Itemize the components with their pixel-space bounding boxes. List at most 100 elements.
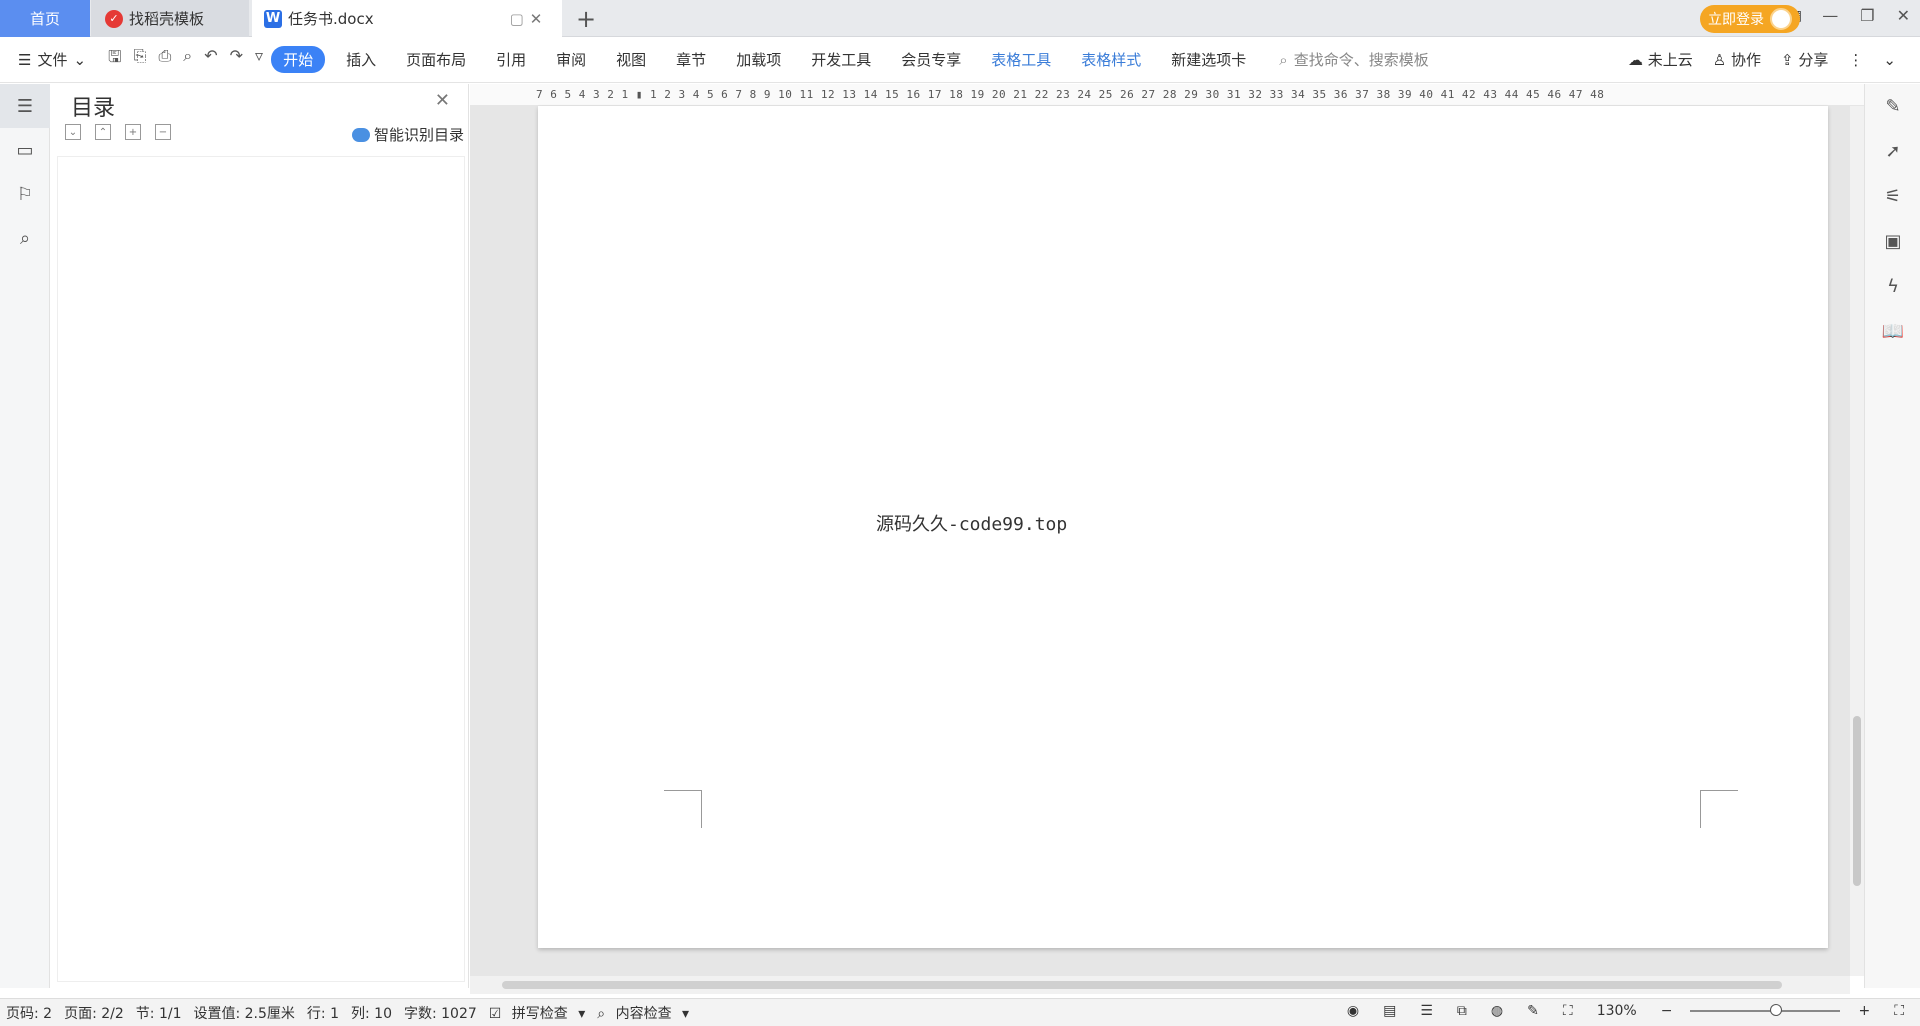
adjust-icon[interactable]: ⚟ (1865, 174, 1920, 219)
search-icon: ⌕ (1279, 50, 1288, 69)
cursor-icon[interactable]: ➚ (1865, 129, 1920, 174)
tab-home-label: 首页 (29, 10, 60, 28)
menu-insert[interactable]: 插入 (331, 49, 391, 70)
toc-close-icon[interactable]: ✕ (435, 90, 450, 111)
pen-icon[interactable]: ✎ (1865, 84, 1920, 129)
toc-icon[interactable]: ☰ (0, 84, 50, 128)
content-check-button[interactable]: ⌕ 内容检查 ▾ (591, 1003, 695, 1023)
menu-review[interactable]: 审阅 (541, 49, 601, 70)
ai-toc-button[interactable]: 智能识别目录 (351, 124, 464, 145)
zoom-out-icon[interactable]: − (1655, 1003, 1679, 1019)
ai-icon (351, 127, 370, 142)
menu-chapter[interactable]: 章节 (661, 49, 721, 70)
menu-start[interactable]: 开始 (271, 46, 326, 73)
web-view-icon[interactable]: ◍ (1485, 1003, 1509, 1019)
command-search[interactable]: ⌕ 查找命令、搜索模板 (1279, 49, 1428, 70)
ribbon-toolbar: ☰ 文件 ⌄ 🖫 ⎘ ⎙ ⌕ ↶ ↷ ▿ 开始 插入 页面布局 引用 审阅 视图… (0, 37, 1920, 83)
tab-bar: 首页 ✓ 找稻壳模板 W 任务书.docx ▢ ✕ + ▭ ▦ 立即登录 — ❐… (0, 0, 1920, 37)
spell-check-button[interactable]: ☑ 拼写检查 ▾ (483, 1003, 592, 1023)
avatar (1770, 8, 1792, 30)
document-canvas[interactable]: 源码久久-code99.top (470, 106, 1850, 976)
login-button[interactable]: 立即登录 (1700, 5, 1800, 33)
menu-member[interactable]: 会员专享 (886, 49, 976, 70)
image-icon[interactable]: ▣ (1865, 219, 1920, 264)
vertical-scroll-thumb[interactable] (1853, 716, 1861, 886)
print-icon[interactable]: ⎙ (158, 46, 171, 73)
ai-toc-label: 智能识别目录 (373, 126, 464, 144)
preview-icon[interactable]: ⌕ (183, 46, 192, 73)
menu-addins[interactable]: 加载项 (721, 49, 796, 70)
fullscreen-icon[interactable]: ⛶ (1888, 1003, 1910, 1019)
find-icon[interactable]: ⌕ (0, 216, 50, 260)
collab-button[interactable]: ♙ 协作 (1713, 49, 1761, 70)
ruler-ticks: 7 6 5 4 3 2 1 ▮ 1 2 3 4 5 6 7 8 9 10 11 … (536, 88, 1605, 101)
status-pages[interactable]: 页面: 2/2 (58, 1003, 130, 1023)
menu-table-style[interactable]: 表格样式 (1066, 49, 1156, 70)
page-view-icon[interactable]: ▤ (1377, 1003, 1402, 1019)
dao-icon: ✓ (105, 9, 123, 28)
share-icon: ⇪ (1781, 51, 1794, 69)
page-text[interactable]: 源码久久-code99.top (876, 510, 1067, 536)
tab-doc-label: 任务书.docx (288, 10, 374, 28)
zoom-knob[interactable] (1770, 1004, 1783, 1016)
add-level-icon[interactable]: + (125, 124, 141, 140)
search-placeholder: 查找命令、搜索模板 (1293, 51, 1429, 69)
close-tab-icon[interactable]: ✕ (530, 10, 543, 28)
menu-view[interactable]: 视图 (601, 49, 661, 70)
zoom-value[interactable]: 130% (1591, 1003, 1643, 1019)
share-button[interactable]: ⇪ 分享 (1781, 49, 1828, 70)
folder-icon[interactable]: ▭ (0, 128, 50, 172)
more-icon[interactable]: ▿ (255, 46, 263, 73)
restore-icon[interactable]: ❐ (1860, 6, 1874, 25)
lightning-icon[interactable]: ϟ (1865, 264, 1920, 309)
write-view-icon[interactable]: ✎ (1521, 1003, 1545, 1019)
content-check-label: 内容检查 (615, 1005, 672, 1022)
status-words[interactable]: 字数: 1027 (398, 1003, 483, 1023)
tab-home[interactable]: 首页 (0, 0, 90, 37)
eye-icon[interactable]: ◉ (1341, 1003, 1365, 1019)
export-icon[interactable]: ⎘ (134, 46, 147, 73)
zoom-in-icon[interactable]: + (1852, 1003, 1876, 1019)
book-icon[interactable]: 📖 (1865, 309, 1920, 354)
spell-check-label: 拼写检查 (511, 1005, 568, 1022)
kebab-icon[interactable]: ⋮ (1848, 51, 1863, 69)
close-icon[interactable]: ✕ (1897, 6, 1910, 25)
remove-level-icon[interactable]: − (155, 124, 171, 140)
tab-dao-label: 找稻壳模板 (129, 10, 205, 28)
status-setting: 设置值: 2.5厘米 (193, 1005, 295, 1022)
redo-icon[interactable]: ↷ (230, 46, 243, 73)
left-rail: ☰ ▭ ⚐ ⌕ (0, 84, 50, 988)
collab-label: 协作 (1731, 51, 1762, 69)
fit-icon[interactable]: ⛶ (1557, 1003, 1579, 1019)
tab-dao-template[interactable]: ✓ 找稻壳模板 (91, 0, 249, 37)
read-view-icon[interactable]: ⧉ (1451, 1003, 1473, 1019)
bookmark-icon[interactable]: ⚐ (0, 172, 50, 216)
pin-icon[interactable]: ▢ (510, 10, 524, 28)
outline-view-icon[interactable]: ☰ (1414, 1003, 1439, 1019)
vertical-scrollbar[interactable] (1850, 106, 1864, 976)
cloud-button[interactable]: ☁ 未上云 (1628, 49, 1693, 70)
menu-layout[interactable]: 页面布局 (391, 49, 481, 70)
undo-icon[interactable]: ↶ (204, 46, 217, 73)
status-row: 行: 1 (306, 1005, 339, 1022)
horizontal-ruler[interactable]: 7 6 5 4 3 2 1 ▮ 1 2 3 4 5 6 7 8 9 10 11 … (470, 84, 1864, 106)
expand-icon[interactable]: ⌄ (65, 124, 81, 140)
collapse-icon[interactable]: ⌃ (95, 124, 111, 140)
toc-title: 目录 (71, 96, 116, 121)
file-menu[interactable]: ☰ 文件 ⌄ (0, 49, 100, 70)
add-tab-button[interactable]: + (576, 5, 596, 33)
menu-reference[interactable]: 引用 (481, 49, 541, 70)
collapse-ribbon-icon[interactable]: ⌄ (1883, 51, 1896, 69)
toc-panel: 目录 ✕ ⌄ ⌃ + − 智能识别目录 (51, 84, 469, 988)
horizontal-scrollbar[interactable] (470, 976, 1850, 994)
menu-devtools[interactable]: 开发工具 (796, 49, 886, 70)
minimize-icon[interactable]: — (1822, 6, 1838, 25)
save-icon[interactable]: 🖫 (108, 46, 122, 73)
tab-document[interactable]: W 任务书.docx ▢ ✕ (252, 0, 562, 37)
menu-new-tab[interactable]: 新建选项卡 (1156, 49, 1261, 70)
horizontal-scroll-thumb[interactable] (502, 981, 1782, 989)
margin-corner-right (1700, 790, 1738, 828)
page[interactable]: 源码久久-code99.top (538, 106, 1828, 948)
zoom-slider[interactable] (1690, 1004, 1841, 1016)
menu-table-tools[interactable]: 表格工具 (976, 49, 1066, 70)
